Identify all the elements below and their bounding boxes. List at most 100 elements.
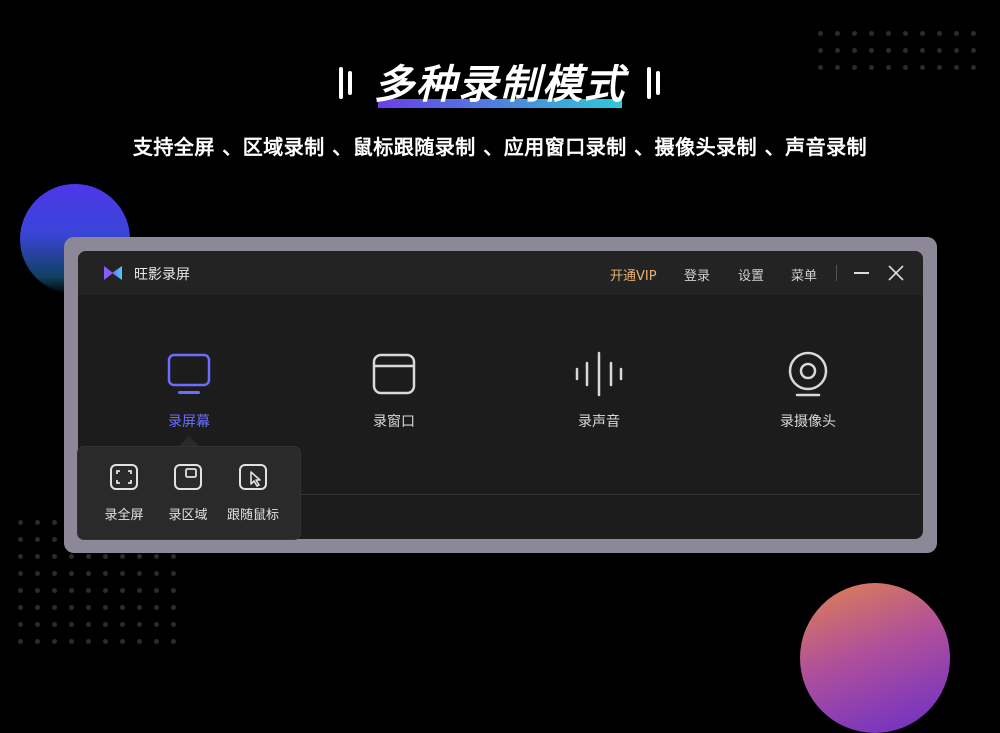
settings-link[interactable]: 设置 [738,265,764,284]
decorative-dot [120,622,125,627]
decorative-dot [137,639,142,644]
decorative-dot [954,31,959,36]
decorative-dot [86,622,91,627]
decorative-dot [171,605,176,610]
decorative-dot [903,31,908,36]
decorative-dot [52,639,57,644]
monitor-icon [167,353,211,394]
decorative-dot [52,537,57,542]
mode-record-camera[interactable]: 录摄像头 [758,351,858,431]
decorative-dot [52,520,57,525]
close-icon[interactable] [886,263,906,283]
headline-left-bars [337,67,355,103]
mode-label: 录摄像头 [780,414,836,430]
decorative-dot [937,31,942,36]
window-icon [372,353,416,395]
decorative-dot [69,554,74,559]
decorative-dot [86,605,91,610]
decorative-dot [954,48,959,53]
decorative-dot [171,622,176,627]
mode-label: 录屏幕 [168,414,210,430]
decorative-dot [818,31,823,36]
decorative-dot [137,571,142,576]
decorative-dot [154,622,159,627]
decorative-circle-gradient [800,583,950,733]
decorative-dot [52,605,57,610]
decorative-dot [171,639,176,644]
decorative-dot [52,554,57,559]
decorative-dot [35,588,40,593]
decorative-dot [103,605,108,610]
decorative-dot [18,554,23,559]
decorative-dot [120,571,125,576]
decorative-dot [86,554,91,559]
submenu-record-fullscreen[interactable]: 录全屏 [89,463,159,523]
decorative-dot [18,537,23,542]
open-vip-link[interactable]: 开通VIP [610,265,657,284]
mode-record-screen[interactable]: 录屏幕 [139,351,239,431]
decorative-dot [154,588,159,593]
decorative-dot [103,639,108,644]
decorative-dot [52,571,57,576]
decorative-dot [903,48,908,53]
decorative-dot [69,605,74,610]
decorative-dot [120,554,125,559]
decorative-dot [120,605,125,610]
decorative-dot [35,554,40,559]
decorative-dot [137,554,142,559]
decorative-dot [86,571,91,576]
headline-subtitle: 支持全屏 、区域录制 、鼠标跟随录制 、应用窗口录制 、摄像头录制 、声音录制 [132,135,868,159]
decorative-dot [137,605,142,610]
submenu-label: 录全屏 [104,508,144,523]
decorative-dot [103,622,108,627]
titlebar: 旺影录屏 开通VIP 登录 设置 菜单 [78,251,923,295]
decorative-dot [69,639,74,644]
decorative-dot [920,31,925,36]
submenu-label: 录区域 [168,508,208,523]
mode-record-window[interactable]: 录窗口 [344,351,444,431]
decorative-dot [35,571,40,576]
menu-link[interactable]: 菜单 [791,265,817,284]
submenu-follow-cursor[interactable]: 跟随鼠标 [218,463,288,523]
decorative-dot [86,639,91,644]
decorative-dot [137,622,142,627]
mode-label: 录窗口 [373,414,415,430]
decorative-dot [18,605,23,610]
decorative-dot [35,537,40,542]
decorative-dot [852,31,857,36]
minimize-button[interactable] [853,263,871,283]
decorative-dot [52,622,57,627]
webcam-icon [788,351,828,397]
submenu-label: 跟随鼠标 [226,508,279,523]
login-link[interactable]: 登录 [684,265,710,284]
decorative-dot [69,571,74,576]
app-logo-icon [104,266,122,280]
decorative-dot [69,588,74,593]
follow-cursor-icon [239,464,267,490]
decorative-dot [18,622,23,627]
submenu-record-region[interactable]: 录区域 [153,463,223,523]
mode-record-audio[interactable]: 录声音 [549,351,649,431]
decorative-dot [137,588,142,593]
decorative-dot [886,48,891,53]
region-icon [174,464,202,490]
decorative-dot [35,639,40,644]
app-name: 旺影录屏 [134,267,190,283]
decorative-dot [35,520,40,525]
decorative-dot [154,639,159,644]
decorative-dot [920,48,925,53]
headline-title: 多种录制模式 [374,62,626,108]
decorative-dot [154,571,159,576]
decorative-dot [18,571,23,576]
decorative-dot [971,31,976,36]
decorative-dot [35,622,40,627]
headline: 多种录制模式 [0,60,1000,110]
decorative-dot [154,605,159,610]
decorative-dot [103,554,108,559]
decorative-dot [869,48,874,53]
decorative-dot [18,520,23,525]
audio-wave-icon [575,351,623,397]
decorative-dot [886,31,891,36]
decorative-dot [971,48,976,53]
decorative-dot [69,622,74,627]
